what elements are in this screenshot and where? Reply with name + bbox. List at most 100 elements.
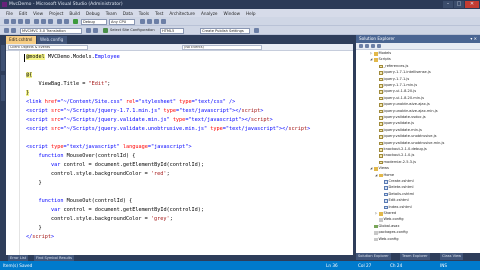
menu-team[interactable]: Team	[106, 11, 117, 16]
new-project-icon[interactable]	[4, 19, 9, 24]
tree-item[interactable]: jquery-1.7.1.min.js	[375, 83, 417, 89]
expanded-arrow-icon[interactable]: ◢	[375, 173, 378, 179]
tree-item[interactable]: jquery-ui-1.8.20.min.js	[375, 96, 424, 102]
code-line[interactable]: }	[26, 179, 41, 188]
tree-item[interactable]: Index.cshtml	[380, 205, 412, 211]
select-site-configuration-label[interactable]: Select Site Configuration	[110, 28, 155, 32]
publish-settings-select[interactable]: Create Publish Settings	[200, 27, 250, 34]
configuration-select[interactable]: Debug	[81, 18, 107, 25]
select-site-icon[interactable]	[103, 28, 108, 33]
menu-view[interactable]: View	[33, 11, 43, 16]
tree-item[interactable]: jquery-1.7.1.intellisense.js	[375, 70, 431, 76]
pin-icon[interactable]: ▾ ✕	[470, 35, 477, 43]
tree-item[interactable]: Details.cshtml	[380, 192, 414, 198]
tree-item[interactable]: jquery.validate.js	[375, 121, 414, 127]
save-icon[interactable]	[18, 19, 23, 24]
collapsed-arrow-icon[interactable]: ▷	[370, 51, 373, 57]
tree-item[interactable]: jquery.unobtrusive-ajax.min.js	[375, 109, 438, 115]
client-objects-select[interactable]: Client Objects & Events	[8, 45, 88, 50]
html-schema-select[interactable]: HTML5	[160, 27, 184, 34]
menu-test[interactable]: Test	[155, 11, 163, 16]
minimize-button[interactable]: –	[443, 1, 453, 8]
code-line[interactable]: </script>	[26, 233, 54, 242]
menu-window[interactable]: Window	[224, 11, 241, 16]
menu-architecture[interactable]: Architecture	[169, 11, 195, 16]
tree-item[interactable]: knockout-2.1.0.debug.js	[375, 147, 427, 153]
tree-item[interactable]: jquery.validate-vsdoc.js	[375, 115, 426, 121]
menu-debug[interactable]: Debug	[86, 11, 100, 16]
toolbox-tab[interactable]	[1, 75, 5, 101]
close-button[interactable]: ✕	[465, 1, 479, 8]
toolbox-icon[interactable]	[161, 19, 166, 24]
paste-icon[interactable]	[48, 19, 53, 24]
code-area[interactable]: @model MVCDemo.Models.Employee @{ ViewBag…	[6, 51, 353, 257]
tree-item[interactable]: ▷ Models	[370, 51, 391, 57]
code-line[interactable]: <script src="~/Scripts/jquery.validate.m…	[26, 116, 273, 125]
undo-icon[interactable]	[57, 19, 62, 24]
menu-tools[interactable]: Tools	[139, 11, 149, 16]
tree-item[interactable]: jquery.validate.unobtrusive.min.js	[375, 141, 444, 147]
tab-class-view[interactable]: Class View	[440, 253, 464, 260]
mvc-translation-select[interactable]: MVCMVC 3.0 Translation	[20, 27, 82, 34]
tree-item[interactable]: Edit.cshtml	[380, 198, 409, 204]
collapsed-arrow-icon[interactable]: ▷	[375, 211, 378, 217]
tree-item[interactable]: jquery.validate.min.js	[375, 128, 422, 134]
code-line[interactable]: <script src="~/Scripts/jquery.validate.u…	[26, 125, 310, 134]
start-debugging-icon[interactable]	[73, 19, 78, 24]
publish-icon[interactable]	[254, 28, 259, 33]
indent-icon[interactable]	[11, 28, 16, 33]
properties-icon[interactable]	[154, 19, 159, 24]
tree-item[interactable]: Web.config	[370, 237, 398, 243]
tree-item[interactable]: Delete.cshtml	[380, 185, 413, 191]
open-file-icon[interactable]	[11, 19, 16, 24]
tree-item[interactable]: ◢ Scripts	[370, 57, 391, 63]
tab-solution-explorer[interactable]: Solution Explorer	[356, 253, 391, 260]
tree-item[interactable]: jquery.unobtrusive-ajax.js	[375, 102, 430, 108]
tree-item[interactable]: Web.config	[375, 217, 403, 223]
tree-item[interactable]: ▷ Shared	[375, 211, 396, 217]
copy-icon[interactable]	[41, 19, 46, 24]
events-select[interactable]: (No Events)	[182, 45, 262, 50]
tree-item[interactable]: packages.config	[370, 230, 408, 236]
tree-item[interactable]: knockout-2.1.0.js	[375, 153, 414, 159]
code-line[interactable]: var control = document.getElementById(co…	[26, 206, 204, 215]
menu-edit[interactable]: Edit	[19, 11, 27, 16]
menu-help[interactable]: Help	[246, 11, 256, 16]
code-line[interactable]: <link href="~/Content/Site.css" rel="sty…	[26, 98, 235, 107]
code-line[interactable]: @{	[26, 71, 33, 80]
redo-icon[interactable]	[64, 19, 69, 24]
tree-item[interactable]: Global.asax	[370, 224, 400, 230]
tab-team-explorer[interactable]: Team Explorer	[400, 253, 430, 260]
server-explorer-tab[interactable]	[1, 45, 5, 71]
menu-build[interactable]: Build	[69, 11, 80, 16]
tab-web-config[interactable]: Web.config	[37, 36, 67, 44]
show-all-files-icon[interactable]	[365, 44, 369, 48]
code-line[interactable]: var control = document.getElementById(co…	[26, 161, 204, 170]
cut-icon[interactable]	[34, 19, 39, 24]
comment-icon[interactable]	[86, 28, 91, 33]
code-line[interactable]: <script src="~/Scripts/jquery-1.7.1.min.…	[26, 107, 263, 116]
refresh-icon[interactable]	[371, 44, 375, 48]
code-line[interactable]: function MouseOver(controlId) {	[26, 152, 136, 161]
save-all-icon[interactable]	[25, 19, 30, 24]
tree-item[interactable]: ◢ Views	[370, 166, 389, 172]
maximize-button[interactable]: □	[454, 1, 464, 8]
code-line[interactable]: control.style.backgroundColor = 'grey';	[26, 215, 173, 224]
tab-edit-cshtml[interactable]: Edit.cshtml	[6, 36, 36, 44]
code-line[interactable]: control.style.backgroundColor = 'red';	[26, 170, 170, 179]
tree-item[interactable]: jquery.validate.unobtrusive.js	[375, 134, 437, 140]
view-code-icon[interactable]	[377, 44, 381, 48]
code-line[interactable]: }	[26, 224, 41, 233]
tree-item[interactable]: jquery-ui-1.8.20.js	[375, 89, 416, 95]
code-line[interactable]: }	[26, 89, 30, 98]
format-icon[interactable]	[4, 28, 9, 33]
uncomment-icon[interactable]	[93, 28, 98, 33]
tree-item[interactable]: _references.js	[375, 64, 408, 70]
code-line[interactable]: ViewBag.Title = "Edit";	[26, 80, 110, 89]
find-icon[interactable]	[140, 19, 145, 24]
code-line[interactable]: @model MVCDemo.Models.Employee	[26, 53, 120, 62]
code-line[interactable]: <script type="text/javascript" language=…	[26, 143, 192, 152]
code-line[interactable]: function MouseOut(controlId) {	[26, 197, 133, 206]
menu-analyze[interactable]: Analyze	[201, 11, 218, 16]
properties-icon[interactable]	[359, 44, 363, 48]
